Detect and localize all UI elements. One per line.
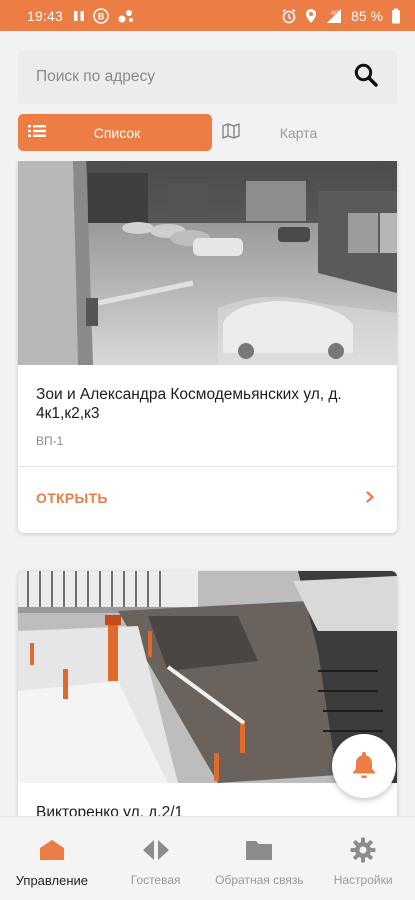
tab-map-label: Карта xyxy=(279,124,318,141)
home-icon xyxy=(37,837,67,863)
entry-device-id: ВП-1 xyxy=(36,434,64,448)
entry-list[interactable]: Зои и Александра Космодемьянских ул, д. … xyxy=(0,161,415,816)
nav-label: Настройки xyxy=(333,873,393,887)
nav-label: Обратная связь xyxy=(215,873,304,887)
address-search-field[interactable]: Поиск по адресу xyxy=(18,50,397,104)
tab-map[interactable]: Карта xyxy=(212,114,397,151)
chevron-right-icon xyxy=(365,490,375,506)
nav-item-management[interactable]: Управление xyxy=(0,817,104,900)
bell-icon xyxy=(351,750,377,783)
tab-list[interactable]: Список xyxy=(18,114,212,151)
search-input[interactable]: Поиск по адресу xyxy=(36,68,353,86)
pause-icon xyxy=(73,10,85,22)
camera-snapshot[interactable] xyxy=(18,161,397,365)
entry-address: Зои и Александра Космодемьянских ул, д. … xyxy=(36,386,342,422)
b-badge-icon: B xyxy=(93,7,109,24)
nav-label: Управление xyxy=(15,873,89,888)
nav-item-guest[interactable]: Гостевая xyxy=(104,817,208,900)
tab-list-label: Список xyxy=(93,124,141,141)
bottom-navigation: Управление Гостевая Обратная связь Настр… xyxy=(0,816,415,900)
location-icon xyxy=(305,8,317,24)
app-notification-icon xyxy=(117,8,135,24)
signal-4g-icon: 4G xyxy=(325,8,343,24)
entry-card[interactable]: Зои и Александра Космодемьянских ул, д. … xyxy=(18,161,397,533)
open-button-label: ОТКРЫТЬ xyxy=(36,490,108,506)
open-button[interactable]: ОТКРЫТЬ xyxy=(18,467,397,529)
nav-item-feedback[interactable]: Обратная связь xyxy=(208,817,312,900)
list-icon xyxy=(18,124,46,141)
view-toggle: Список Карта xyxy=(18,114,397,151)
notification-bell-button[interactable] xyxy=(332,734,396,798)
status-time: 19:43 xyxy=(27,7,64,24)
svg-text:4G: 4G xyxy=(331,11,339,17)
folder-icon xyxy=(244,837,274,863)
gear-icon xyxy=(348,837,378,863)
nav-item-settings[interactable]: Настройки xyxy=(311,817,415,900)
svg-text:B: B xyxy=(98,11,105,21)
search-icon[interactable] xyxy=(353,62,379,93)
status-bar: 19:43 B 4G 85 % xyxy=(0,0,415,31)
battery-percent: 85 % xyxy=(351,7,383,24)
nav-label: Гостевая xyxy=(130,873,181,887)
guest-arrows-icon xyxy=(141,837,171,863)
map-icon xyxy=(212,123,240,142)
battery-icon xyxy=(391,8,401,24)
alarm-icon xyxy=(281,8,297,24)
